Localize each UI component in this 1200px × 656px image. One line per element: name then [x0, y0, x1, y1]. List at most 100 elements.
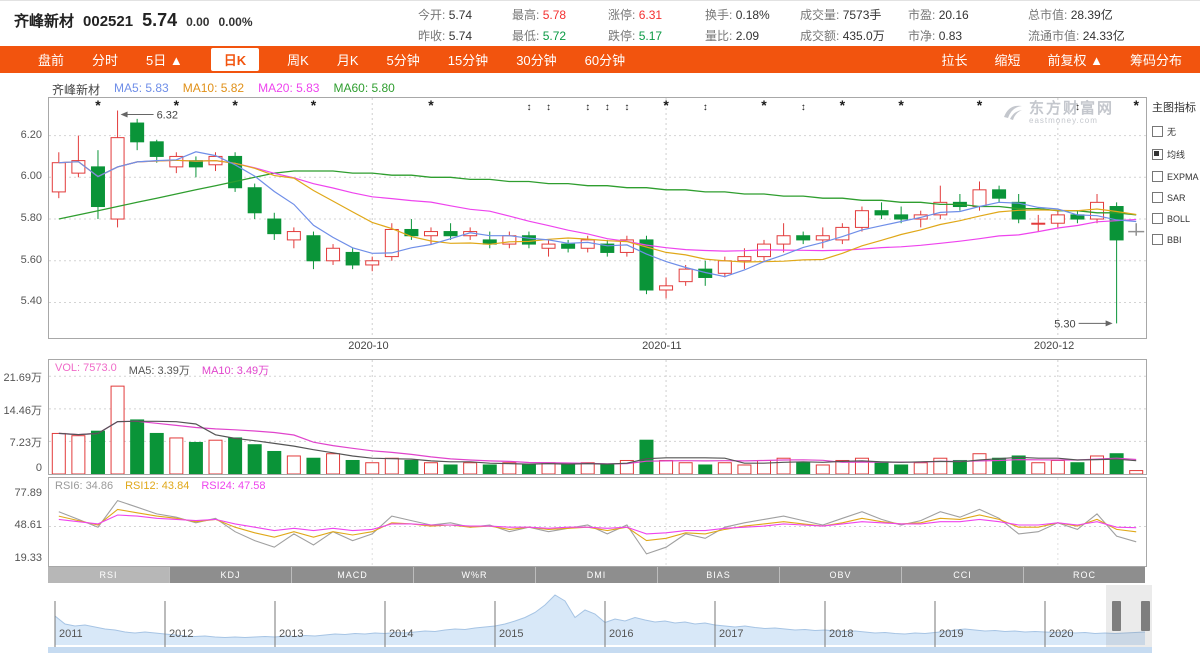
option-ma[interactable]: 均线 — [1152, 148, 1199, 161]
price-change-percent: 0.00% — [218, 15, 252, 29]
tab-30min[interactable]: 30分钟 — [516, 50, 556, 69]
volume-legend: VOL: 7573.0 MA5: 3.39万 MA10: 3.49万 — [55, 362, 269, 378]
svg-text:*: * — [840, 98, 846, 113]
nav-year-label: 2019 — [939, 628, 963, 640]
indicator-tab-wr[interactable]: W%R — [414, 567, 536, 583]
history-navigator[interactable]: 2011201220132014201520162017201820192020 — [48, 585, 1152, 647]
indicator-tab-kdj[interactable]: KDJ — [170, 567, 292, 583]
volume-ma5-label: MA5: 3.39万 — [129, 362, 190, 378]
stat-open: 今开: 5.74 — [418, 6, 512, 23]
watermark-domain: eastmoney.com — [1029, 117, 1114, 125]
rsi24-label: RSI24: 47.58 — [201, 480, 265, 492]
rsi6-label: RSI6: 34.86 — [55, 480, 113, 492]
main-chart-canvas[interactable]: *****↕↕↕↕↕*↕*↕***↕*6.325.30 — [49, 98, 1146, 338]
checkbox-ma[interactable] — [1152, 149, 1163, 160]
main-kline-chart[interactable]: *****↕↕↕↕↕*↕*↕***↕*6.325.30 — [48, 97, 1147, 339]
tab-daily-k[interactable]: 日K — [211, 48, 259, 71]
vol-ytick-0: 21.69万 — [0, 369, 42, 385]
stretch-button[interactable]: 拉长 — [941, 50, 967, 69]
volume-value-label: VOL: 7573.0 — [55, 362, 117, 378]
svg-text:*: * — [663, 98, 669, 113]
option-expma[interactable]: EXPMA — [1152, 171, 1199, 182]
quote-stats: 今开: 5.74 昨收: 5.74 最高: 5.78 最低: 5.72 涨停: … — [418, 6, 1158, 44]
indicator-tab-dmi[interactable]: DMI — [536, 567, 658, 583]
current-price: 5.74 — [142, 10, 177, 31]
indicator-tab-cci[interactable]: CCI — [902, 567, 1024, 583]
indicator-tab-obv[interactable]: OBV — [780, 567, 902, 583]
stock-code: 002521 — [83, 13, 133, 30]
navigator-baseline-strip — [48, 647, 1152, 653]
checkbox-expma[interactable] — [1152, 171, 1163, 182]
option-none[interactable]: 无 — [1152, 125, 1199, 138]
svg-text:*: * — [95, 98, 101, 113]
forward-adjust-button[interactable]: 前复权 ▲ — [1048, 50, 1103, 69]
stat-low: 最低: 5.72 — [512, 27, 608, 44]
stat-limit-up: 涨停: 6.31 — [608, 6, 705, 23]
rsi-ytick-1: 48.61 — [0, 519, 42, 531]
option-bbi[interactable]: BBI — [1152, 234, 1199, 245]
stat-volume-ratio: 量比: 2.09 — [705, 27, 800, 44]
tab-weekly-k[interactable]: 周K — [287, 50, 309, 69]
option-boll[interactable]: BOLL — [1152, 213, 1199, 224]
nav-year-label: 2011 — [59, 628, 83, 640]
date-label-2: 2020-12 — [1034, 340, 1074, 352]
indicator-tab-macd[interactable]: MACD — [292, 567, 414, 583]
vol-ytick-1: 14.46万 — [0, 402, 42, 418]
tab-5day[interactable]: 5日 ▲ — [146, 50, 183, 69]
tab-15min[interactable]: 15分钟 — [448, 50, 488, 69]
volume-pane[interactable]: VOL: 7573.0 MA5: 3.39万 MA10: 3.49万 — [48, 359, 1147, 475]
main-ytick-0: 6.20 — [0, 129, 42, 141]
main-ytick-4: 5.40 — [0, 295, 42, 307]
tab-intraday[interactable]: 分时 — [92, 50, 118, 69]
svg-text:↕: ↕ — [546, 102, 551, 113]
tab-monthly-k[interactable]: 月K — [337, 50, 359, 69]
svg-text:*: * — [761, 98, 767, 113]
indicator-strip: RSI KDJ MACD W%R DMI BIAS OBV CCI ROC — [48, 567, 1145, 583]
indicator-tab-bias[interactable]: BIAS — [658, 567, 780, 583]
svg-text:*: * — [898, 98, 904, 113]
indicator-tab-roc[interactable]: ROC — [1024, 567, 1145, 583]
stat-volume: 成交量: 7573手 — [800, 6, 908, 23]
stat-pb: 市净: 0.83 — [908, 27, 1028, 44]
navigator-left-handle[interactable] — [1112, 601, 1121, 631]
watermark-name: 东方财富网 — [1029, 101, 1114, 117]
svg-text:↕: ↕ — [585, 102, 590, 113]
svg-text:6.32: 6.32 — [157, 110, 178, 122]
tab-5min[interactable]: 5分钟 — [386, 50, 419, 69]
legend-ma20: MA20: 5.83 — [258, 81, 319, 98]
nav-year-label: 2012 — [169, 628, 193, 640]
checkbox-bbi[interactable] — [1152, 234, 1163, 245]
checkbox-none[interactable] — [1152, 126, 1163, 137]
indicator-tab-rsi[interactable]: RSI — [48, 567, 170, 583]
legend-ma60: MA60: 5.80 — [333, 81, 394, 98]
main-indicator-sidebar: 主图指标 无 均线 EXPMA SAR BOLL BBI — [1152, 99, 1199, 245]
tab-60min[interactable]: 60分钟 — [585, 50, 625, 69]
stat-float-mktcap: 流通市值: 24.33亿 — [1028, 27, 1158, 44]
main-ytick-2: 5.80 — [0, 212, 42, 224]
tab-pre-market[interactable]: 盘前 — [38, 50, 64, 69]
nav-year-label: 2018 — [829, 628, 853, 640]
legend-ma10: MA10: 5.82 — [183, 81, 244, 98]
svg-text:↕: ↕ — [605, 102, 610, 113]
stat-limit-down: 跌停: 5.17 — [608, 27, 705, 44]
main-ytick-1: 6.00 — [0, 170, 42, 182]
navigator-right-handle[interactable] — [1141, 601, 1150, 631]
vol-ytick-2: 7.23万 — [0, 434, 42, 450]
nav-year-label: 2020 — [1049, 628, 1073, 640]
rsi-ytick-0: 77.89 — [0, 487, 42, 499]
stat-high: 最高: 5.78 — [512, 6, 608, 23]
checkbox-boll[interactable] — [1152, 213, 1163, 224]
checkbox-sar[interactable] — [1152, 192, 1163, 203]
option-sar[interactable]: SAR — [1152, 192, 1199, 203]
date-label-0: 2020-10 — [348, 340, 388, 352]
svg-text:*: * — [232, 98, 238, 113]
rsi-pane[interactable]: RSI6: 34.86 RSI12: 43.84 RSI24: 47.58 — [48, 477, 1147, 567]
shrink-button[interactable]: 缩短 — [994, 50, 1020, 69]
chip-distribution-button[interactable]: 筹码分布 — [1130, 50, 1182, 69]
nav-year-label: 2017 — [719, 628, 743, 640]
svg-text:*: * — [1133, 98, 1139, 113]
nav-year-label: 2015 — [499, 628, 523, 640]
vol-ytick-3: 0 — [0, 462, 42, 474]
nav-year-label: 2014 — [389, 628, 413, 640]
svg-text:↕: ↕ — [703, 102, 708, 113]
